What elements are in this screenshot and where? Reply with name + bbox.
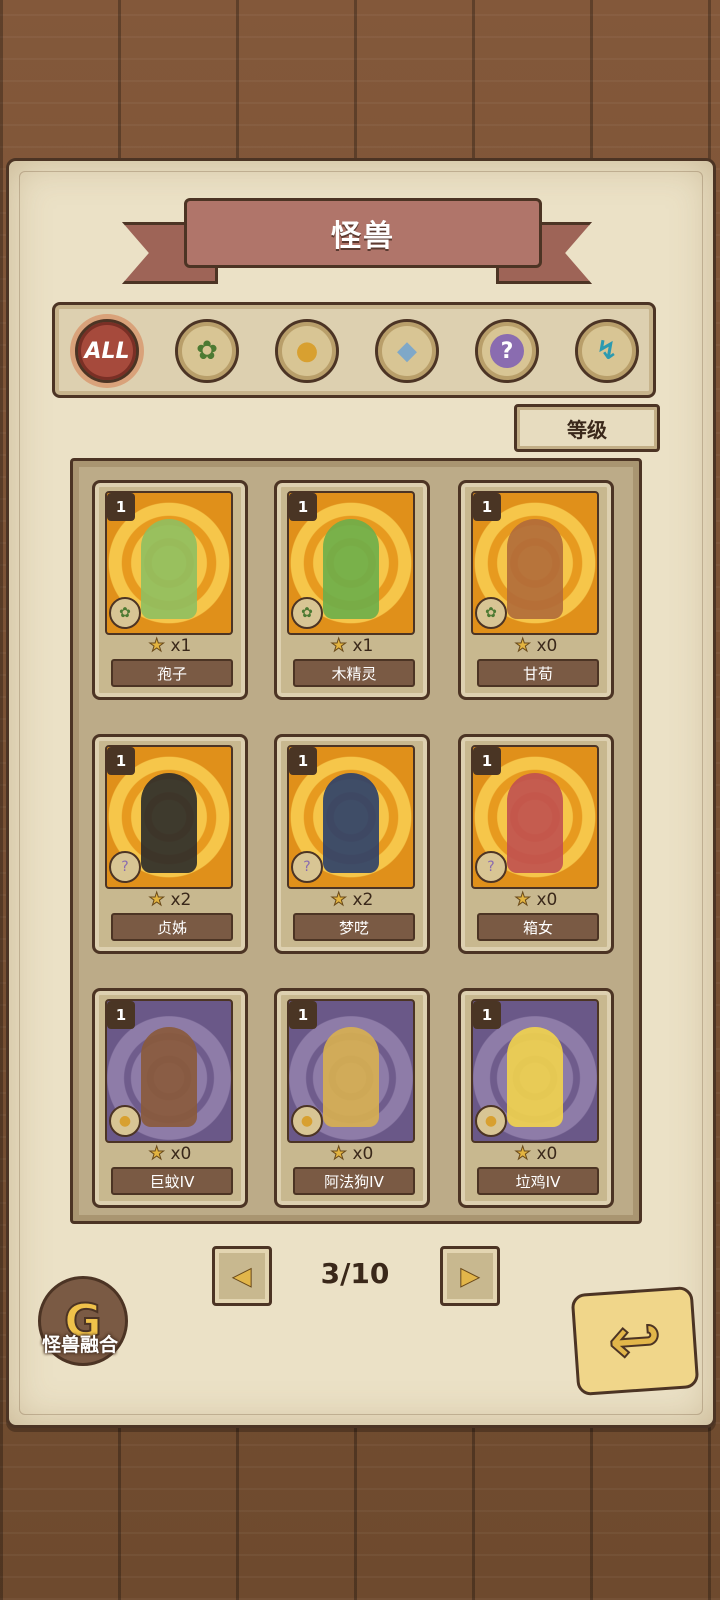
paw-icon: ● xyxy=(295,336,319,366)
monster-star-count: ★ x1 xyxy=(277,635,427,657)
monster-star-count: ★ x2 xyxy=(95,889,245,911)
triangle-left-icon: ◀ xyxy=(232,1262,252,1291)
monster-star-count: ★ x1 xyxy=(95,635,245,657)
monster-figure xyxy=(323,773,379,873)
monster-level-badge: 1 xyxy=(107,493,135,521)
monster-figure xyxy=(323,519,379,619)
monster-figure xyxy=(507,773,563,873)
category-beast-button[interactable]: ● xyxy=(275,319,339,383)
category-tech-button[interactable]: ↯ xyxy=(575,319,639,383)
monster-star-count: ★ x0 xyxy=(277,1143,427,1165)
monster-card[interactable]: 1? ★ x2 梦呓 xyxy=(274,734,430,954)
category-mystery-button[interactable]: ? xyxy=(475,319,539,383)
monster-level-badge: 1 xyxy=(289,493,317,521)
monster-count: x0 xyxy=(536,890,558,910)
page-indicator: 3/10 xyxy=(320,1256,390,1290)
monster-figure xyxy=(141,773,197,873)
monster-star-count: ★ x0 xyxy=(461,635,611,657)
monster-count: x2 xyxy=(170,890,192,910)
monster-card[interactable]: 1 ✿ ★ x0 甘荀 xyxy=(458,480,614,700)
page-title: 怪兽 xyxy=(184,198,542,268)
monster-name: 贞姊 xyxy=(111,913,233,941)
monster-figure xyxy=(507,519,563,619)
star-icon: ★ xyxy=(148,635,171,657)
paw-icon: ● xyxy=(475,1105,507,1137)
monster-star-count: ★ x0 xyxy=(461,1143,611,1165)
monster-count: x2 xyxy=(352,890,374,910)
category-filter-bar: ALL ✿ ● ◆ ? ↯ xyxy=(52,302,656,398)
leaf-icon: ✿ xyxy=(196,336,218,366)
monster-card[interactable]: 1 ✿ ★ x1 木精灵 xyxy=(274,480,430,700)
monster-star-count: ★ x0 xyxy=(461,889,611,911)
monster-name: 垃鸡IV xyxy=(477,1167,599,1195)
monster-count: x0 xyxy=(536,636,558,656)
crystal-icon: ◆ xyxy=(397,336,417,366)
monster-level-badge: 1 xyxy=(107,747,135,775)
question-icon: ? xyxy=(490,334,524,368)
monster-card[interactable]: 1? ★ x2 贞姊 xyxy=(92,734,248,954)
prev-page-button[interactable]: ◀ xyxy=(212,1246,272,1306)
monster-card[interactable]: 1 ● ★ x0 垃鸡IV xyxy=(458,988,614,1208)
category-crystal-button[interactable]: ◆ xyxy=(375,319,439,383)
star-icon: ★ xyxy=(148,889,171,911)
tech-icon: ↯ xyxy=(596,336,618,366)
category-plant-button[interactable]: ✿ xyxy=(175,319,239,383)
monster-card[interactable]: 1 ● ★ x0 巨蚊IV xyxy=(92,988,248,1208)
monster-name: 孢子 xyxy=(111,659,233,687)
question-icon: ? xyxy=(109,851,141,883)
monster-star-count: ★ x0 xyxy=(95,1143,245,1165)
leaf-icon: ✿ xyxy=(291,597,323,629)
monster-name: 木精灵 xyxy=(293,659,415,687)
monster-figure xyxy=(141,519,197,619)
return-arrow-icon: ↩ xyxy=(605,1301,666,1381)
question-icon: ? xyxy=(475,851,507,883)
paw-icon: ● xyxy=(109,1105,141,1137)
monster-name: 巨蚊IV xyxy=(111,1167,233,1195)
monster-level-badge: 1 xyxy=(473,747,501,775)
star-icon: ★ xyxy=(514,1143,537,1165)
sort-by-level-button[interactable]: 等级 xyxy=(514,404,660,452)
category-all-label: ALL xyxy=(84,338,130,364)
monster-figure xyxy=(323,1027,379,1127)
category-all-button[interactable]: ALL xyxy=(75,319,139,383)
monster-figure xyxy=(507,1027,563,1127)
monster-figure xyxy=(141,1027,197,1127)
monster-level-badge: 1 xyxy=(289,1001,317,1029)
monster-level-badge: 1 xyxy=(107,1001,135,1029)
monster-name: 甘荀 xyxy=(477,659,599,687)
star-icon: ★ xyxy=(330,889,353,911)
monster-card[interactable]: 1 ✿ ★ x1 孢子 xyxy=(92,480,248,700)
leaf-icon: ✿ xyxy=(475,597,507,629)
question-icon: ? xyxy=(291,851,323,883)
star-icon: ★ xyxy=(514,635,537,657)
back-button[interactable]: ↩ xyxy=(570,1285,700,1397)
monster-count: x0 xyxy=(170,1144,192,1164)
star-icon: ★ xyxy=(330,1143,353,1165)
next-page-button[interactable]: ▶ xyxy=(440,1246,500,1306)
monster-name: 梦呓 xyxy=(293,913,415,941)
monster-count: x1 xyxy=(170,636,192,656)
monster-count: x1 xyxy=(352,636,374,656)
monster-card[interactable]: 1 ● ★ x0 阿法狗IV xyxy=(274,988,430,1208)
star-icon: ★ xyxy=(514,889,537,911)
monster-card[interactable]: 1? ★ x0 箱女 xyxy=(458,734,614,954)
monster-level-badge: 1 xyxy=(473,1001,501,1029)
monster-name: 阿法狗IV xyxy=(293,1167,415,1195)
monster-star-count: ★ x2 xyxy=(277,889,427,911)
leaf-icon: ✿ xyxy=(109,597,141,629)
monster-name: 箱女 xyxy=(477,913,599,941)
paw-icon: ● xyxy=(291,1105,323,1137)
triangle-right-icon: ▶ xyxy=(460,1262,480,1291)
star-icon: ★ xyxy=(148,1143,171,1165)
monster-level-badge: 1 xyxy=(473,493,501,521)
monster-count: x0 xyxy=(352,1144,374,1164)
monster-level-badge: 1 xyxy=(289,747,317,775)
star-icon: ★ xyxy=(330,635,353,657)
monster-fusion-label[interactable]: 怪兽融合 xyxy=(30,1330,130,1357)
monster-count: x0 xyxy=(536,1144,558,1164)
